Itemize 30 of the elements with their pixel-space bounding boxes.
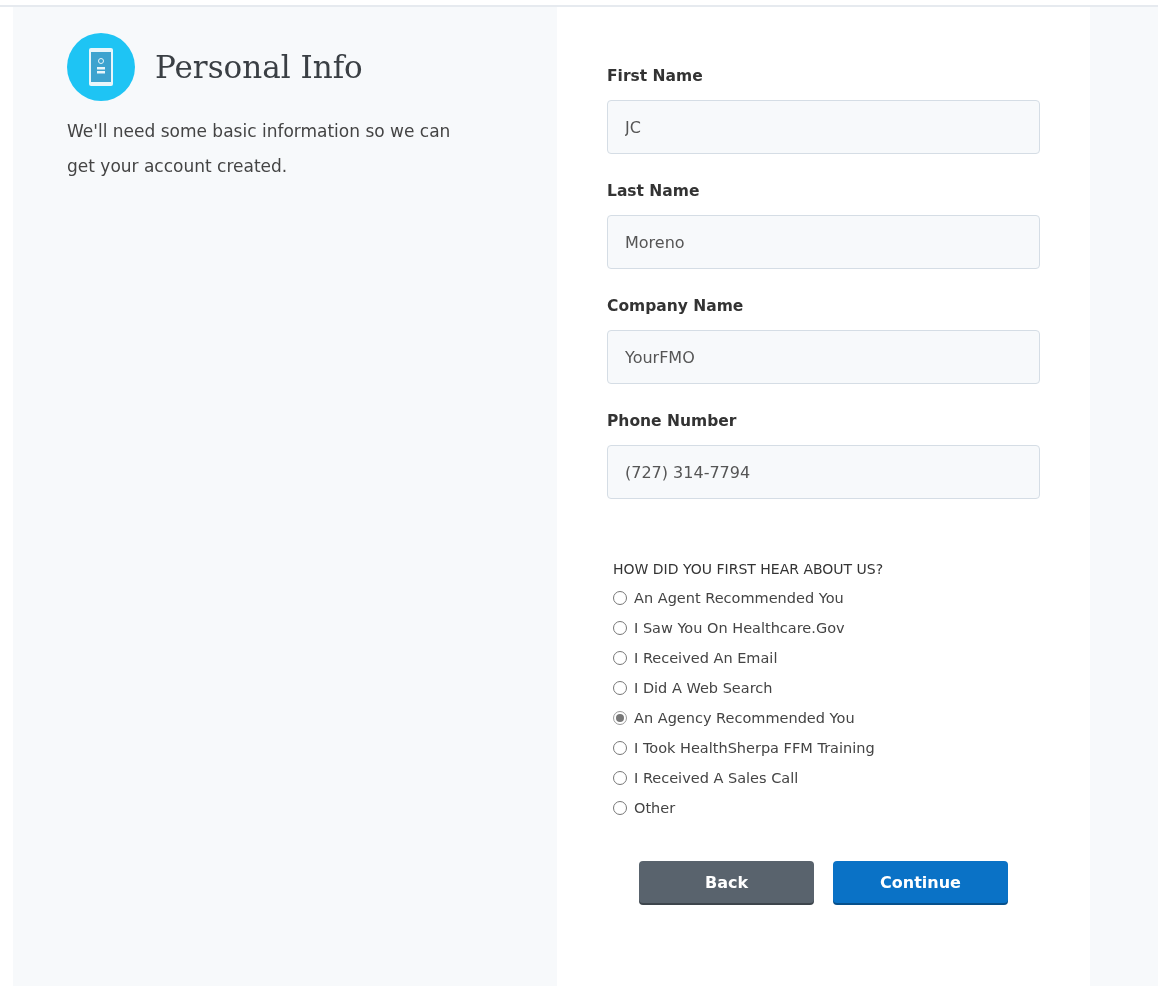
radio-button[interactable]: [613, 711, 627, 725]
tablet-icon: [67, 33, 135, 101]
option-label[interactable]: I Received An Email: [634, 650, 778, 666]
radio-button[interactable]: [613, 591, 627, 605]
option-label[interactable]: An Agent Recommended You: [634, 590, 844, 606]
continue-button[interactable]: Continue: [833, 861, 1008, 903]
radio-button[interactable]: [613, 681, 627, 695]
option-label[interactable]: Other: [634, 800, 676, 816]
radio-button[interactable]: [613, 621, 627, 635]
page-title: Personal Info: [155, 49, 363, 85]
field-label: Phone Number: [607, 412, 738, 432]
field-label: Last Name: [607, 182, 701, 202]
radio-button[interactable]: [613, 801, 627, 815]
intro-text: We'll need some basic information so we can get your account created.: [67, 120, 452, 178]
input-field[interactable]: JC: [607, 100, 1040, 154]
field-label: Company Name: [607, 297, 745, 317]
radio-button[interactable]: [613, 771, 627, 785]
radio-button[interactable]: [613, 741, 627, 755]
back-button[interactable]: Back: [639, 861, 814, 903]
option-label[interactable]: I Received A Sales Call: [634, 770, 799, 786]
field-label: First Name: [607, 67, 704, 87]
question-label: HOW DID YOU FIRST HEAR ABOUT US?: [613, 561, 885, 579]
option-label[interactable]: I Took HealthSherpa FFM Training: [634, 740, 875, 756]
input-field[interactable]: Moreno: [607, 215, 1040, 269]
radio-button[interactable]: [613, 651, 627, 665]
input-field[interactable]: YourFMO: [607, 330, 1040, 384]
option-label[interactable]: I Did A Web Search: [634, 680, 773, 696]
option-label[interactable]: An Agency Recommended You: [634, 710, 855, 726]
option-label[interactable]: I Saw You On Healthcare.Gov: [634, 620, 845, 636]
input-field[interactable]: (727) 314-7794: [607, 445, 1040, 499]
